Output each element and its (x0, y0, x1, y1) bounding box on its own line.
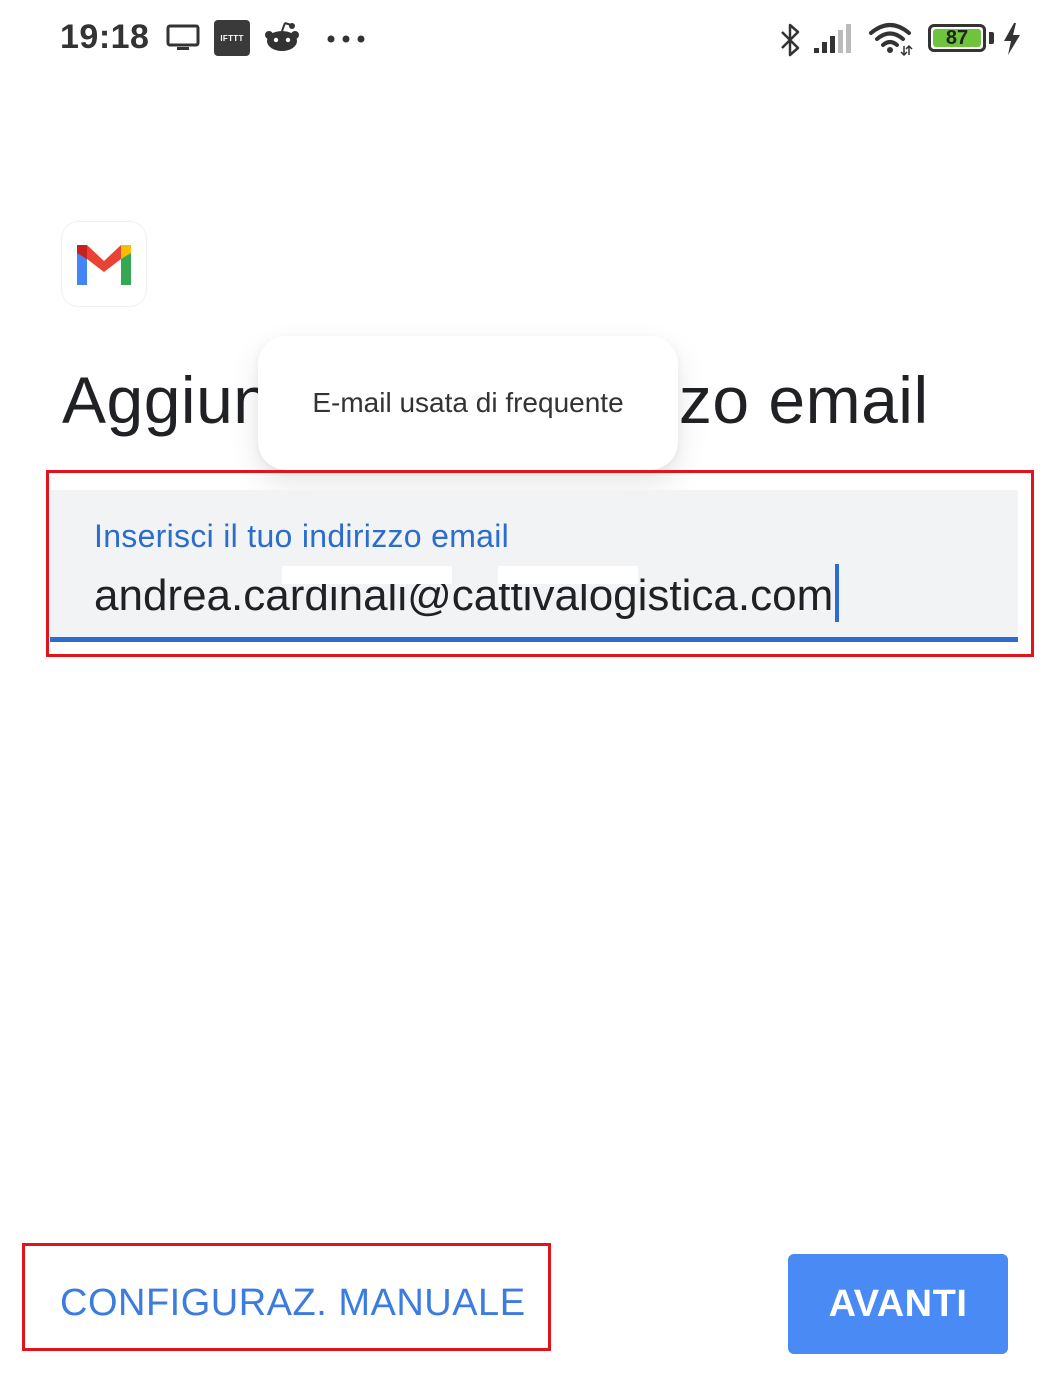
ifttt-icon: IFTTT (214, 20, 250, 56)
battery-tip (989, 32, 994, 44)
text-caret (835, 564, 840, 622)
battery-icon: 87 (928, 24, 986, 52)
signal-icon (814, 24, 851, 53)
redaction-mask (498, 566, 638, 584)
redaction-mask (282, 566, 452, 584)
email-field-value[interactable]: andrea.cardinali@cattivalogistica.com (94, 564, 840, 622)
email-field-label: Inserisci il tuo indirizzo email (94, 518, 510, 554)
wifi-icon (869, 23, 913, 56)
status-bar: 19:18 IFTTT 87 (0, 0, 1064, 80)
frequent-email-tooltip: E-mail usata di frequente (258, 336, 678, 470)
more-icon (327, 35, 365, 43)
charging-bolt-icon (1004, 23, 1020, 55)
monitor-icon (166, 24, 200, 50)
status-time: 19:18 (60, 18, 150, 56)
next-button[interactable]: AVANTI (788, 1254, 1008, 1354)
gmail-logo (62, 222, 146, 306)
gmail-logo-icon (77, 245, 131, 285)
manual-setup-button[interactable]: CONFIGURAZ. MANUALE (60, 1282, 526, 1325)
bluetooth-icon (781, 23, 800, 57)
email-field[interactable]: Inserisci il tuo indirizzo email andrea.… (50, 490, 1018, 642)
email-field-text[interactable]: andrea.cardinali@cattivalogistica.com (94, 571, 833, 620)
battery-level: 87 (933, 27, 981, 49)
reddit-icon (265, 22, 299, 51)
